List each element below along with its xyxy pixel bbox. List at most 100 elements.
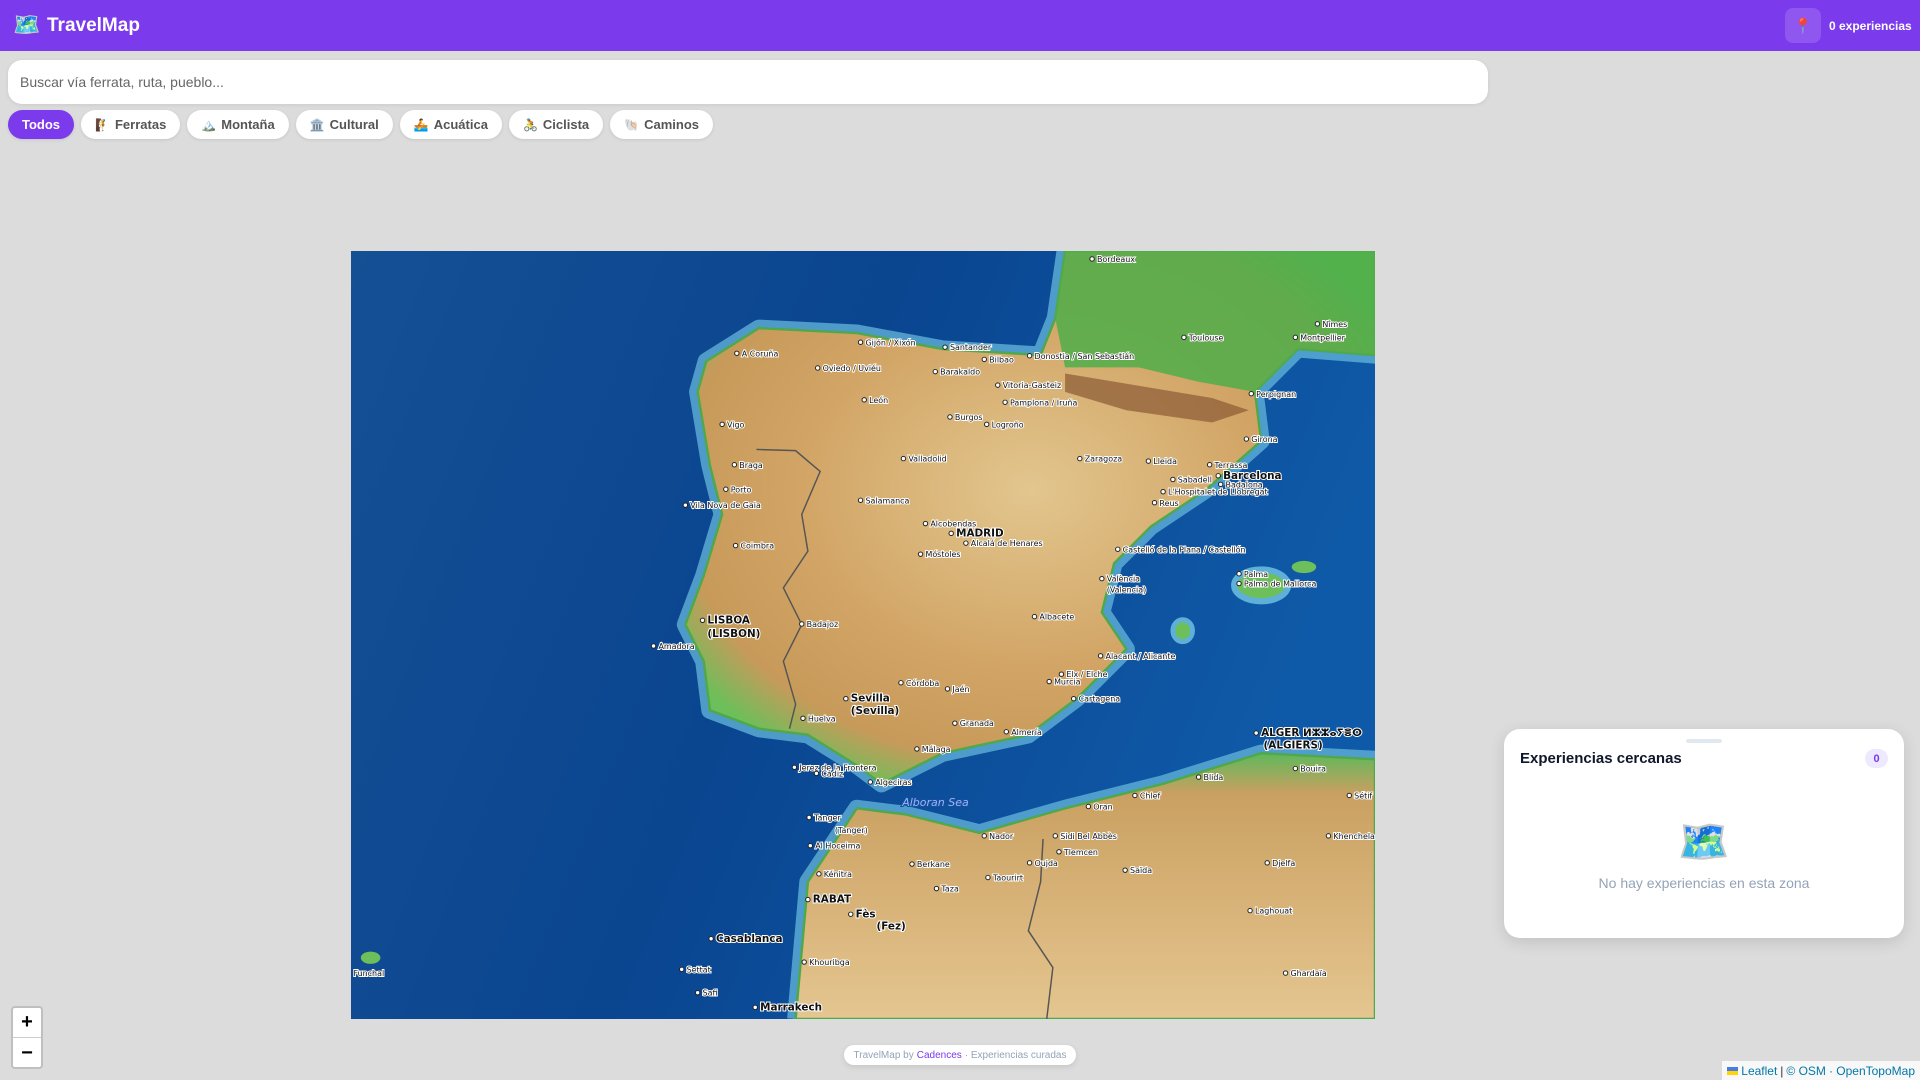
filter-ciclista[interactable]: 🚴 Ciclista (508, 110, 604, 139)
city-label: Barakaldo (940, 368, 980, 377)
cyclist-icon: 🚴 (522, 117, 538, 132)
city-label: Amadora (658, 642, 694, 651)
city-label: Settat (687, 965, 711, 974)
city-label: Vila Nova de Gaia (690, 501, 761, 510)
credit-suffix: · Experiencias curadas (964, 1049, 1067, 1061)
city-dot (1236, 580, 1242, 587)
city-label: Huelva (808, 714, 836, 723)
city-dot (848, 911, 854, 917)
filter-cultural[interactable]: 🏛️ Cultural (295, 110, 393, 139)
city-label: Khouribga (809, 958, 850, 967)
city-dot (900, 455, 907, 462)
madeira (360, 951, 381, 964)
city-label: Sidi Bel Abbès (1060, 831, 1117, 841)
city-label: València (1107, 574, 1140, 584)
city-label: Bilbao (989, 355, 1014, 364)
city-dot (948, 530, 954, 537)
filter-label: Ciclista (542, 117, 590, 132)
city-label: Ghardaïa (1290, 969, 1326, 978)
city-label: Vitoria-Gasteiz (1003, 381, 1062, 390)
filter-acuatica[interactable]: 🚣 Acuática (399, 110, 502, 139)
city-label: Sevilla (851, 693, 890, 705)
app-header: 🗺️ TravelMap 📍 0 experiencias (0, 0, 1920, 51)
city-label: Móstoles (925, 549, 960, 559)
city-dot (1085, 803, 1092, 810)
city-label: Bouira (1300, 765, 1326, 774)
filter-montana[interactable]: 🏔️ Montaña (187, 110, 289, 139)
filter-label: Ferratas (114, 117, 167, 132)
city-dot (719, 421, 725, 428)
nearby-experiences-panel: Experiencias cercanas 0 🗺️ No hay experi… (1504, 729, 1904, 938)
city-dot (981, 356, 987, 363)
city-dot (944, 686, 951, 692)
city-dot (1292, 334, 1299, 341)
city-label: León (869, 395, 888, 405)
zoom-out-button[interactable]: − (13, 1038, 41, 1067)
filter-todos[interactable]: Todos (8, 110, 75, 139)
author-link[interactable]: Cadences (917, 1050, 962, 1061)
city-label: Montpellier (1300, 333, 1345, 342)
city-label: Reus (1159, 499, 1178, 508)
opentopomap-link[interactable]: · OpenTopoMap (1829, 1064, 1915, 1078)
city-dot (932, 368, 938, 375)
city-label: Marrakech (760, 1001, 822, 1013)
city-label: Sétif (1354, 791, 1372, 801)
pin-icon: 📍 (1793, 16, 1813, 35)
city-dot (1325, 833, 1332, 839)
city-dot (1253, 730, 1259, 736)
drag-handle[interactable] (1686, 739, 1722, 743)
city-dot (1026, 860, 1033, 866)
city-dot (694, 989, 701, 996)
city-label: Fès (856, 908, 876, 920)
city-dot (1170, 476, 1176, 483)
city-dot (807, 842, 814, 849)
city-dot (752, 1004, 758, 1011)
city-dot (1089, 256, 1095, 262)
my-experiences-button[interactable]: 📍 (1785, 8, 1821, 43)
city-dot (1052, 833, 1059, 839)
map-tiles[interactable]: Bordeaux Toulouse Nîmes Montpellier A Coruña… (351, 251, 1375, 1019)
city-dot (917, 551, 924, 557)
panel-title: Experiencias cercanas (1520, 750, 1682, 767)
city-dot (1248, 391, 1254, 397)
rowing-icon: 🚣 (413, 117, 429, 132)
city-dot (1247, 907, 1253, 914)
city-dot (981, 833, 987, 839)
city-dot (806, 814, 812, 821)
city-dot (1056, 849, 1062, 855)
city-dot (843, 695, 849, 702)
city-label: L'Hospitalet de Llobregat (1168, 488, 1268, 497)
city-dot (922, 520, 929, 527)
filter-ferratas[interactable]: 🧗 Ferratas (81, 110, 181, 139)
city-dot (947, 414, 953, 420)
city-label: Sabadell (1178, 476, 1212, 485)
search-input[interactable] (8, 60, 1488, 104)
city-label: Coimbra (741, 542, 775, 551)
filter-chips: Todos 🧗 Ferratas 🏔️ Montaña 🏛️ Cultural 🚣 Ac… (8, 110, 713, 139)
osm-link[interactable]: © OSM (1786, 1064, 1826, 1078)
city-dot (1046, 678, 1052, 685)
zoom-in-button[interactable]: + (13, 1008, 41, 1038)
city-dot (963, 540, 969, 546)
city-dot (805, 896, 811, 903)
app-title[interactable]: TravelMap (47, 15, 140, 37)
city-dot (1346, 792, 1352, 799)
city-dot (1026, 353, 1033, 359)
city-dot (801, 959, 807, 965)
filter-label: Caminos (644, 117, 699, 132)
city-label: Alcalá de Henares (971, 539, 1043, 548)
city-dot (1031, 613, 1038, 620)
city-dot (1264, 860, 1270, 866)
city-label: Tlemcen (1063, 848, 1098, 857)
city-label: Donostia / San Sebastián (1034, 352, 1134, 361)
city-label: Oujda (1034, 859, 1058, 868)
leaflet-link[interactable]: Leaflet (1741, 1064, 1777, 1078)
city-label: A Coruña (742, 349, 779, 358)
filter-caminos[interactable]: 🐚 Caminos (610, 110, 713, 139)
city-label: LISBOA (707, 614, 750, 626)
city-label: (Sevilla) (851, 705, 900, 717)
city-label: Córdoba (906, 678, 940, 688)
map-attribution: Leaflet | © OSM · OpenTopoMap (1722, 1061, 1920, 1080)
city-label: (Valencia) (1107, 586, 1147, 595)
city-dot (1099, 575, 1105, 582)
